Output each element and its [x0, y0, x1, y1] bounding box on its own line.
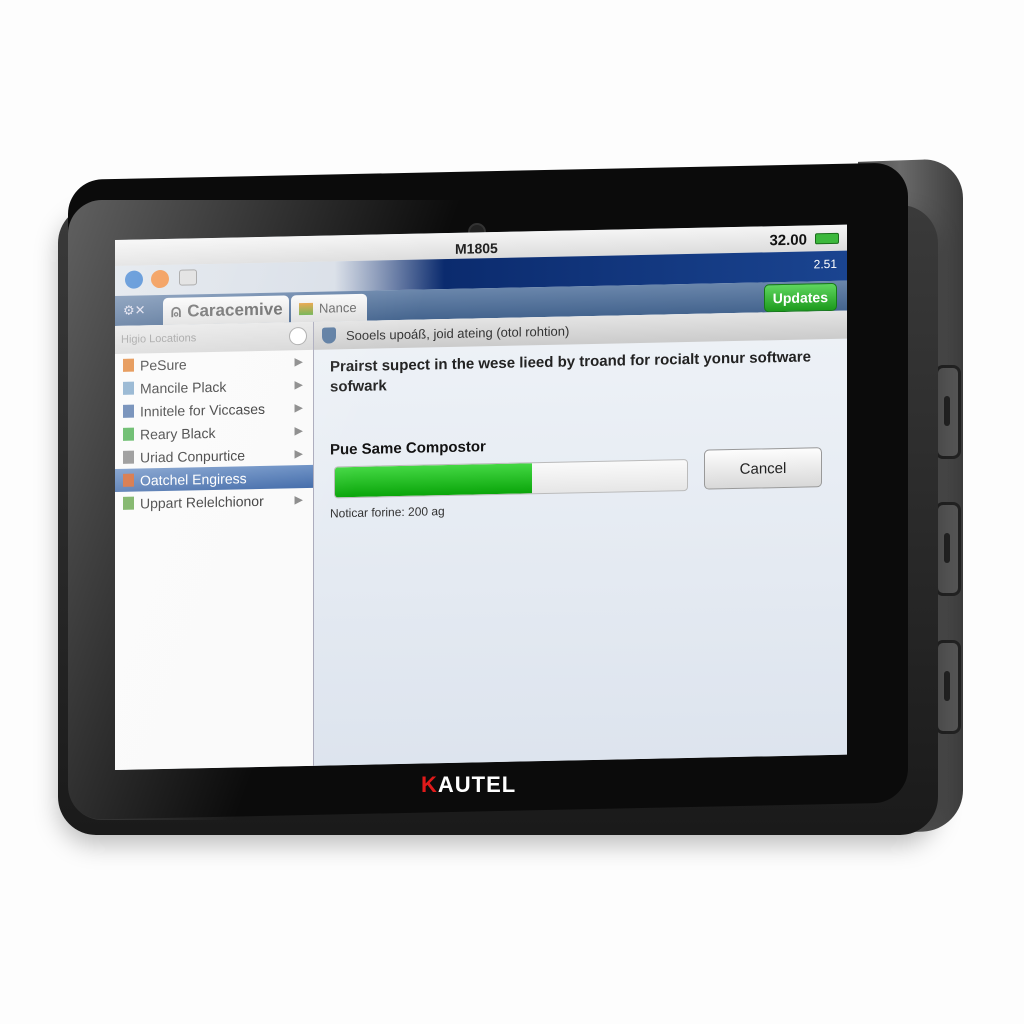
tab-nance[interactable]: Nance — [291, 293, 367, 323]
sidebar-header-label: Higio Locations — [121, 332, 197, 346]
item-icon — [123, 404, 134, 418]
side-button-1[interactable] — [935, 365, 961, 459]
content-body: Higio Locations PeSure ▶ Mancile Plack ▶ Inn… — [115, 310, 847, 770]
sidebar-item-label: Innitele for Viccases — [140, 400, 266, 419]
sidebar-header: Higio Locations — [115, 321, 313, 354]
sidebar-list: PeSure ▶ Mancile Plack ▶ Innitele for Viccas… — [115, 350, 313, 515]
sidebar: Higio Locations PeSure ▶ Mancile Plack ▶ Inn… — [115, 321, 314, 770]
tab-label: Nance — [319, 299, 357, 316]
tablet-device: M1805 32.00 2.51 ⚙✕ ⍝ Caracemive Nance U… — [58, 158, 963, 835]
record-icon[interactable] — [151, 269, 169, 289]
screen-icon[interactable] — [179, 269, 197, 286]
chevron-right-icon: ▶ — [294, 379, 303, 392]
progress-note: Noticar forine: 200 ag — [330, 504, 445, 521]
side-button-2[interactable] — [935, 502, 961, 596]
sidebar-item-label: Reary Black — [140, 424, 216, 442]
sidebar-item[interactable]: Uppart Relelchionor ▶ — [115, 488, 313, 515]
item-icon — [123, 450, 134, 464]
progress-label: Pue Same Compostor — [330, 438, 486, 459]
chevron-right-icon: ▶ — [294, 402, 303, 415]
item-icon — [123, 358, 134, 372]
main-header-label: Sooels upoáß, joid ateing (otol rohtion) — [346, 322, 570, 343]
battery-text: 32.00 — [769, 231, 807, 250]
tab-label: Caracemive — [187, 298, 283, 320]
user-icon[interactable] — [125, 270, 143, 289]
item-icon — [123, 496, 134, 510]
progress-bar — [334, 458, 688, 499]
side-button-3[interactable] — [935, 640, 961, 734]
download-icon[interactable] — [289, 326, 307, 346]
brand-logo: KAUTEL — [421, 772, 516, 798]
secondary-number: 2.51 — [813, 256, 837, 272]
sidebar-item-label: PeSure — [140, 355, 187, 373]
shield-icon — [322, 327, 336, 344]
logo-k: K — [421, 772, 438, 797]
sidebar-item-label: Oatchel Engiress — [140, 469, 247, 488]
chevron-right-icon: ▶ — [294, 425, 303, 438]
image-icon — [299, 302, 313, 315]
battery-icon — [815, 232, 839, 245]
update-message: Prairst supect in the wese lieed by troa… — [330, 348, 811, 395]
sidebar-item-label: Uriad Conpurtice — [140, 446, 246, 465]
item-icon — [123, 427, 134, 441]
cancel-button[interactable]: Cancel — [704, 447, 822, 490]
tab-caracemive[interactable]: ⍝ Caracemive — [163, 295, 289, 325]
item-icon — [123, 473, 134, 487]
tools-icon[interactable]: ⚙✕ — [123, 302, 146, 318]
antenna-icon: ⍝ — [171, 301, 182, 321]
progress-fill — [335, 463, 533, 498]
main-panel: Sooels upoáß, joid ateing (otol rohtion)… — [314, 310, 847, 766]
screen: M1805 32.00 2.51 ⚙✕ ⍝ Caracemive Nance U… — [115, 224, 847, 771]
sidebar-item-label: Mancile Plack — [140, 378, 227, 396]
chevron-right-icon: ▶ — [294, 356, 303, 369]
sidebar-item-label: Uppart Relelchionor — [140, 492, 264, 511]
app-title: M1805 — [455, 239, 498, 257]
chevron-right-icon: ▶ — [294, 494, 303, 507]
item-icon — [123, 381, 134, 395]
updates-button[interactable]: Updates — [763, 282, 837, 313]
chevron-right-icon: ▶ — [294, 448, 303, 461]
logo-text: AUTEL — [437, 772, 517, 797]
